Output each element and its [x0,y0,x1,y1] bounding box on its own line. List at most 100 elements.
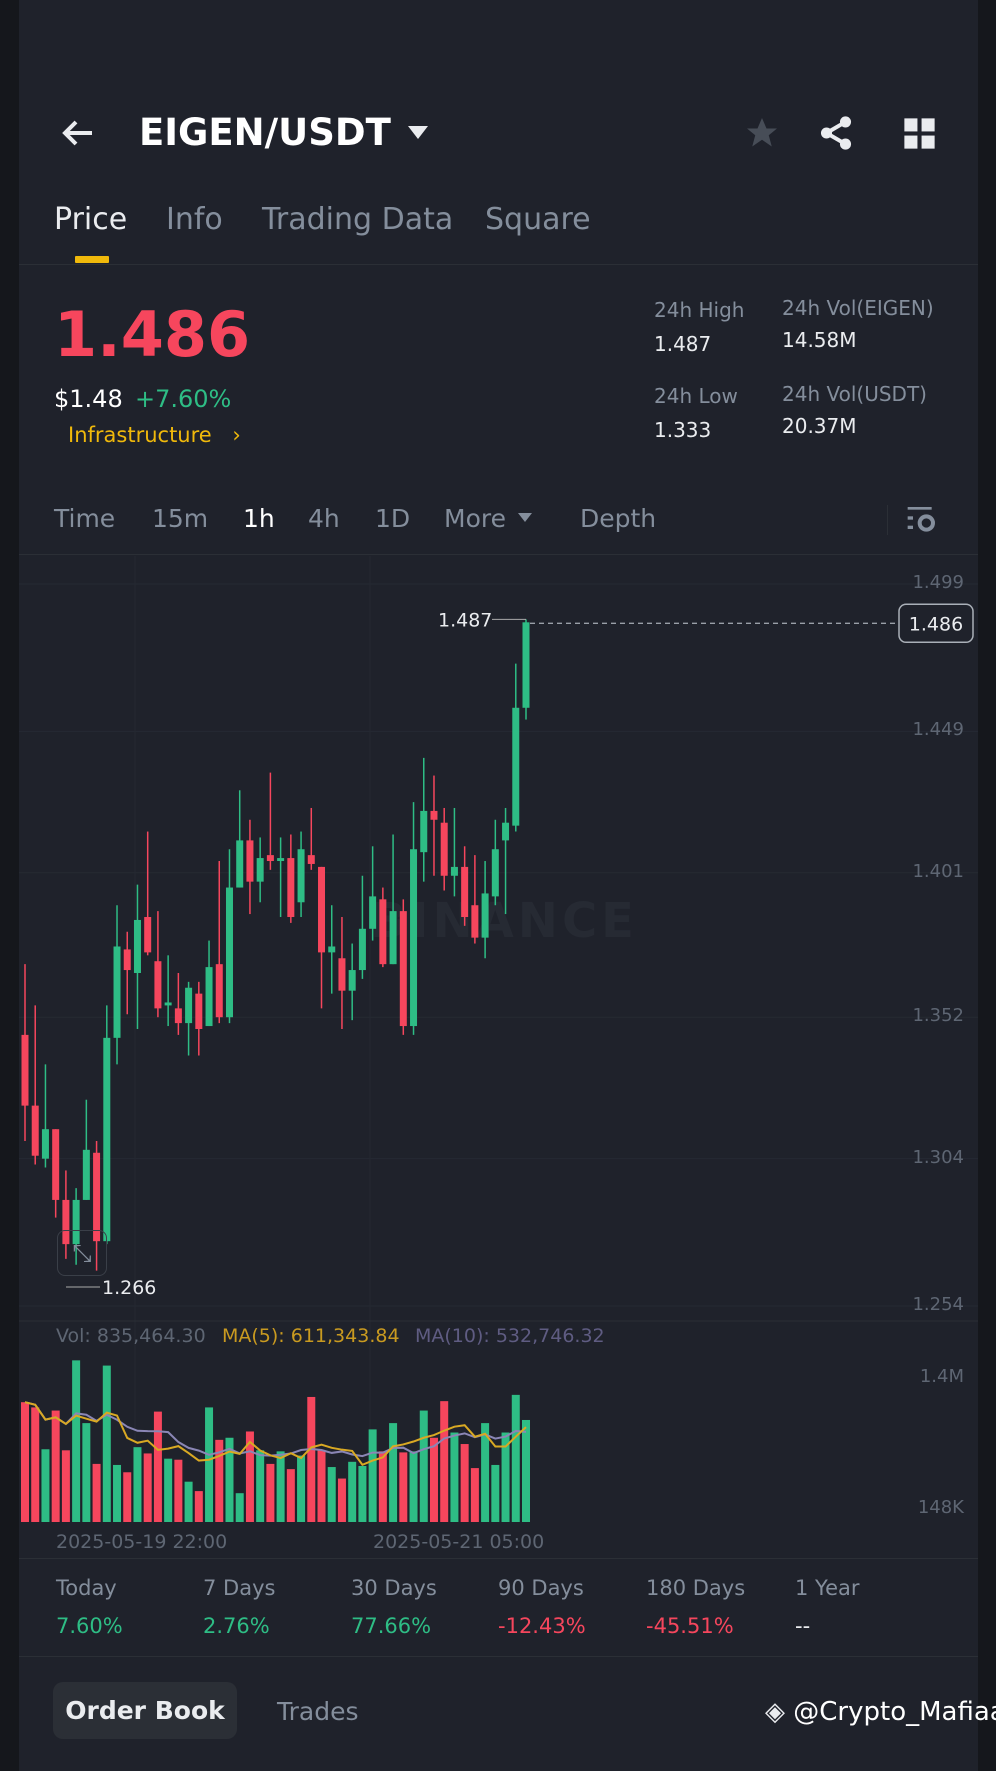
volume-bar [286,1469,295,1522]
volume-bar [522,1419,530,1522]
volume-bar [419,1410,428,1522]
candle-body [328,946,336,953]
volume-bar [450,1432,459,1522]
candle-body [389,911,397,965]
performance-period-value: 2.76% [203,1614,270,1638]
candle-body [512,707,520,826]
candle-body [82,1149,90,1200]
volume-bar [41,1449,50,1522]
volume-bar [348,1461,357,1522]
price-axis-label: 1.254 [912,1294,964,1315]
candle-body [481,893,489,938]
volume-bar [235,1493,244,1522]
candle-body [215,964,223,1018]
volume-bar [164,1458,173,1522]
volume-bar [72,1360,81,1522]
trades-tab[interactable]: Trades [277,1697,358,1726]
volume-bar [368,1429,377,1522]
volume-bar [297,1455,306,1522]
volume-bar [143,1453,152,1522]
high-marker-label: 1.487 [438,609,492,631]
vol-axis-label: 148K [917,1497,964,1518]
candle-body [154,961,162,1009]
volume-bar [491,1464,500,1522]
current-price-label: 1.486 [909,613,963,635]
vol-axis-label: 1.4M [919,1366,964,1387]
volume-bar [378,1451,387,1522]
price-axis-label: 1.401 [912,860,964,882]
performance-period-value: -- [795,1614,811,1638]
expand-chart-button[interactable]: ⤡ [57,1230,107,1276]
volume-bar [174,1459,183,1522]
volume-bar [389,1423,398,1522]
candle-body [266,855,274,862]
volume-bar [21,1402,29,1522]
candle-body [246,840,254,882]
performance-period-value: 7.60% [56,1614,123,1638]
volume-bar [358,1465,367,1522]
candle-body [307,855,315,864]
vol-legend-ma10: MA(10): 532,746.32 [415,1325,605,1347]
candle-body [21,1034,29,1106]
candle-body [369,896,377,929]
volume-bar [51,1410,60,1522]
candle-body [225,887,233,1018]
performance-period-label: 30 Days [351,1576,437,1600]
volume-bar [31,1407,40,1522]
price-axis-label: 1.304 [912,1146,964,1168]
performance-period-value: 77.66% [351,1614,432,1638]
performance-period-label: 7 Days [203,1576,276,1600]
volume-bar [317,1450,326,1522]
candle-body [502,822,510,841]
volume-bar [266,1463,275,1522]
candle-body [399,911,407,1027]
candle-body [297,849,305,903]
candle-body [430,810,438,820]
candle-body [103,1037,111,1242]
volume-bar [337,1478,346,1522]
watermark-username: @Crypto_Mafiaa [793,1697,996,1727]
expand-icon: ⤡ [72,1239,92,1267]
order-book-label: Order Book [65,1696,225,1725]
candle-body [491,849,499,897]
candle-body [461,866,469,918]
performance-period-value: -12.43% [498,1614,586,1638]
candle-body [164,1002,172,1006]
candle-body [348,970,356,991]
order-book-tab[interactable]: Order Book [53,1682,237,1739]
volume-bar [82,1423,91,1522]
candle-body [133,919,141,974]
volume-bar [511,1394,520,1522]
price-axis-label: 1.499 [912,572,964,593]
candle-body [256,858,264,882]
candle-body [450,866,458,876]
low-marker-label: 1.266 [102,1277,156,1299]
volume-bar [92,1463,101,1522]
candle-body [379,899,387,965]
volume-bar [440,1401,449,1522]
divider [19,1656,978,1657]
candle-body [195,993,203,1029]
volume-bar [307,1396,316,1522]
performance-period-value: -45.51% [646,1614,734,1638]
divider [19,1558,978,1559]
user-watermark: ◈ @Crypto_Mafiaa [765,1697,996,1727]
candle-body [440,822,448,876]
volume-bar [194,1491,203,1522]
binance-logo-icon: ◈ [765,1697,785,1727]
volume-bar [61,1450,70,1522]
candle-body [420,810,428,853]
volume-bar [409,1451,418,1522]
performance-period-label: 90 Days [498,1576,584,1600]
price-axis-label: 1.352 [912,1005,964,1027]
volume-bar [113,1464,122,1522]
candle-body [52,1129,60,1200]
vol-legend-ma5: MA(5): 611,343.84 [222,1325,400,1347]
candle-body [174,1008,182,1024]
performance-period-label: Today [56,1576,117,1600]
candle-body [93,1152,101,1242]
volume-bar [123,1472,132,1522]
candle-body [471,905,479,938]
candle-body [318,866,326,953]
x-axis-label: 2025-05-19 22:00 [56,1531,228,1553]
